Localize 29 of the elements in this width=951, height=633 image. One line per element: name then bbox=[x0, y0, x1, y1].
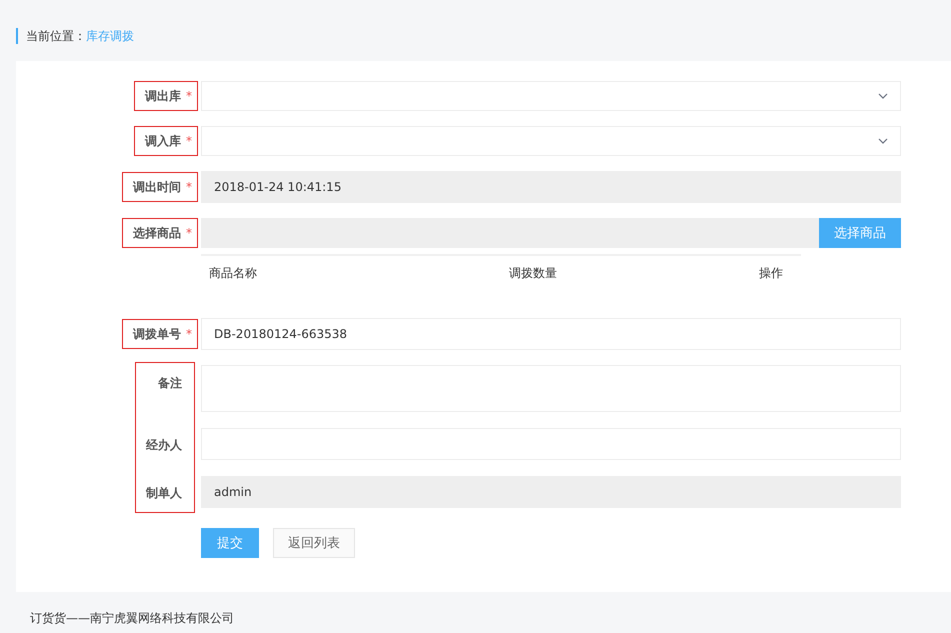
required-mark: * bbox=[186, 226, 192, 240]
required-mark: * bbox=[186, 327, 192, 341]
submit-button[interactable]: 提交 bbox=[201, 528, 259, 558]
field-label: 备注 bbox=[158, 375, 182, 392]
field-label: 调出库 bbox=[145, 88, 181, 104]
back-button[interactable]: 返回列表 bbox=[273, 528, 355, 558]
select-field[interactable] bbox=[201, 126, 901, 156]
required-mark: * bbox=[186, 134, 192, 148]
field-label: 调拨单号 bbox=[133, 326, 181, 342]
field-label: 经办人 bbox=[146, 436, 182, 454]
breadcrumb-label: 当前位置： bbox=[26, 28, 86, 44]
order-number-field[interactable]: DB-20180124-663538 bbox=[201, 318, 901, 350]
chevron-down-icon bbox=[878, 93, 888, 99]
readonly-field: admin bbox=[201, 476, 901, 508]
breadcrumb-link[interactable]: 库存调拨 bbox=[86, 28, 134, 44]
required-mark: * bbox=[186, 89, 192, 103]
column-header: 调拨数量 bbox=[509, 265, 558, 282]
required-mark: * bbox=[186, 180, 192, 194]
readonly-field: 2018-01-24 10:41:15 bbox=[201, 171, 901, 203]
column-header: 操作 bbox=[759, 265, 783, 282]
select-field[interactable] bbox=[201, 81, 901, 111]
select-goods-button[interactable]: 选择商品 bbox=[819, 218, 901, 248]
column-header: 商品名称 bbox=[209, 265, 258, 282]
field-label: 调入库 bbox=[145, 132, 181, 150]
footer-text: 订货货——南宁虎翼网络科技有限公司 bbox=[29, 610, 235, 627]
field-label: 选择商品 bbox=[133, 224, 181, 242]
chevron-down-icon bbox=[878, 138, 888, 144]
field-label: 制单人 bbox=[146, 484, 182, 502]
field-label: 调出时间 bbox=[133, 178, 181, 196]
